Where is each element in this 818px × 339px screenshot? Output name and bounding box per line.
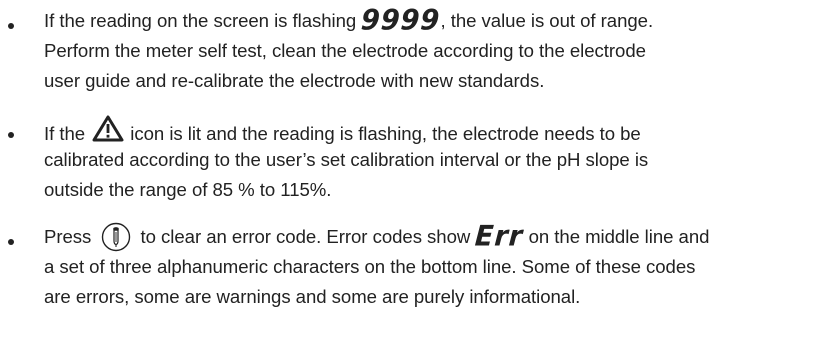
text-line: are errors, some are warnings and some a… bbox=[44, 286, 581, 307]
text-line: Press to clear an error code. Error code… bbox=[44, 220, 710, 253]
text-line: user guide and re-calibrate the electrod… bbox=[44, 70, 545, 91]
text-line: calibrated according to the user’s set c… bbox=[44, 149, 649, 170]
bullet-text: If the reading on the screen is flashing… bbox=[44, 4, 814, 96]
text-line: Perform the meter self test, clean the e… bbox=[44, 40, 646, 61]
segment-display-text: Err bbox=[474, 220, 525, 253]
bullet-text: If the icon is lit and the reading is fl… bbox=[44, 115, 814, 205]
text-line: a set of three alphanumeric characters o… bbox=[44, 256, 696, 277]
text-line: outside the range of 85 % to 115%. bbox=[44, 179, 332, 200]
bullet-point bbox=[8, 132, 14, 138]
bullet-point bbox=[8, 239, 14, 245]
electrode-probe-button-icon bbox=[102, 222, 131, 252]
segment-display-text: 9999 bbox=[360, 4, 442, 37]
text-line: If the reading on the screen is flashing… bbox=[44, 4, 654, 37]
text-line: If the icon is lit and the reading is fl… bbox=[44, 115, 814, 145]
bullet-point bbox=[8, 23, 14, 29]
warning-triangle-icon bbox=[92, 115, 124, 142]
bullet-text: Press to clear an error code. Error code… bbox=[44, 220, 814, 312]
instruction-list: If the reading on the screen is flashing… bbox=[0, 0, 818, 339]
